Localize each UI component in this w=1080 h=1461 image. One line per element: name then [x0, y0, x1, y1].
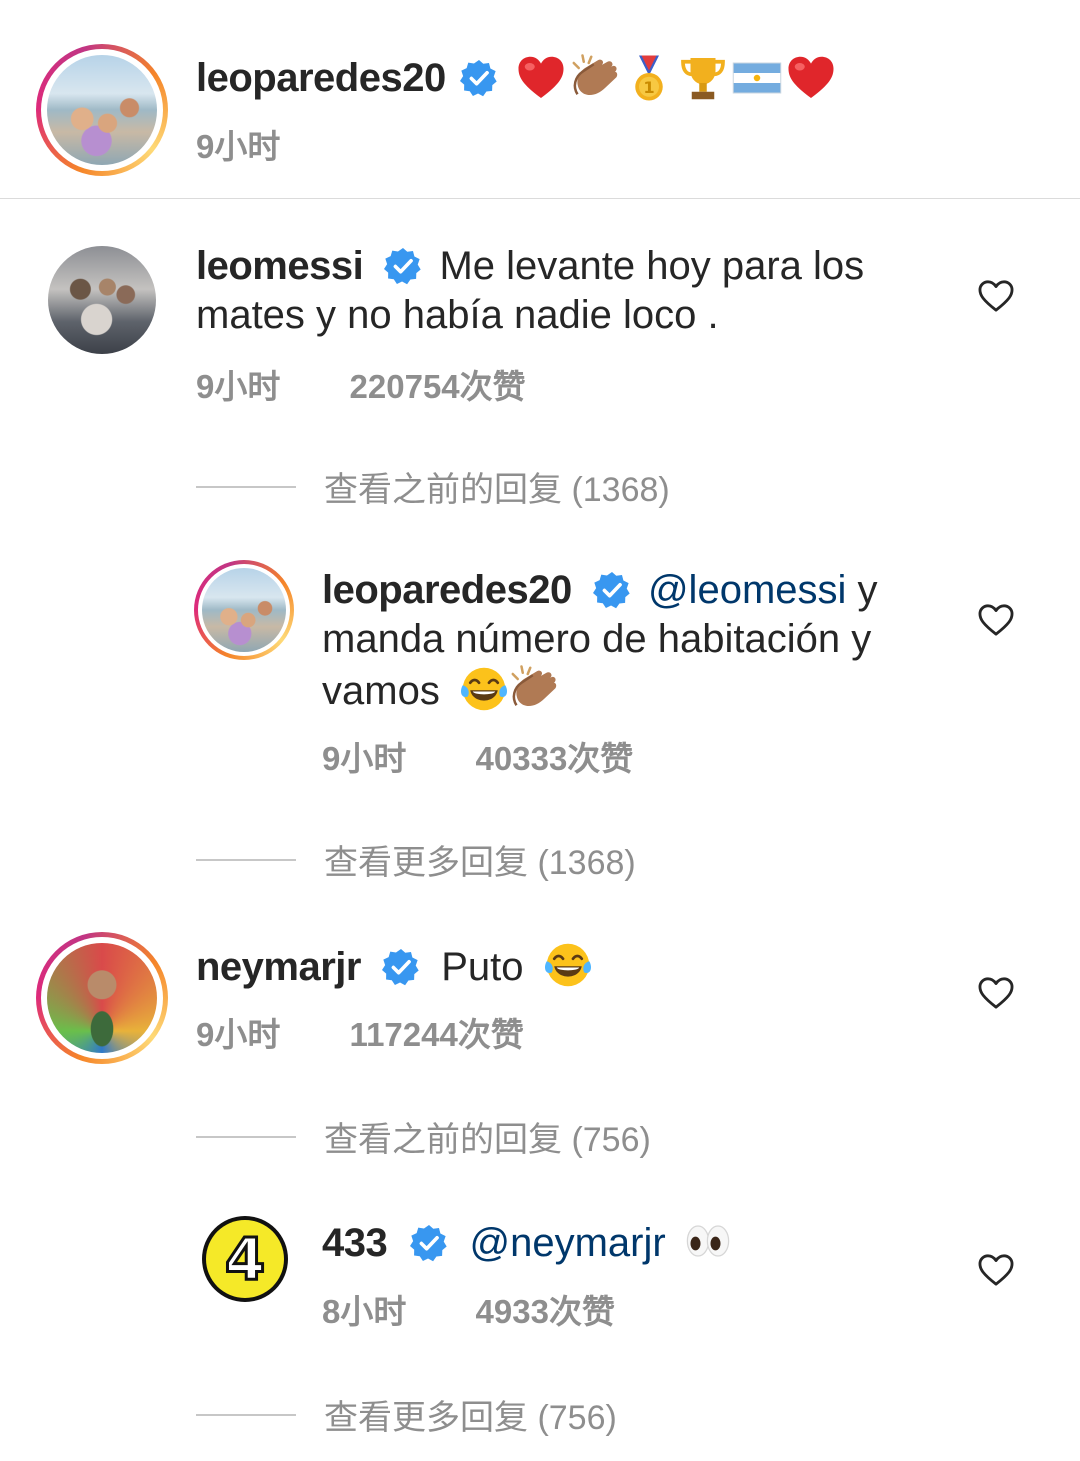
comment-body: leomessi Me levante hoy para los mates y… [196, 242, 936, 340]
comment-body: neymarjr Puto [196, 940, 936, 992]
verified-badge-icon [382, 948, 420, 986]
view-replies-label: 查看更多回复 (756) [324, 1399, 617, 1437]
verified-badge-icon [384, 247, 422, 285]
avatar-photo [48, 246, 156, 354]
reply-meta: 8小时 4933次赞 [322, 1285, 615, 1333]
view-previous-replies-button[interactable]: 查看之前的回复 (1368) [196, 462, 670, 511]
reply-likes[interactable]: 4933次赞 [476, 1293, 615, 1330]
trophy-emoji-icon [678, 53, 728, 103]
comment-likes[interactable]: 117244次赞 [350, 1016, 524, 1053]
reply-time: 9小时 [322, 740, 407, 777]
comment-meta: 9小时 220754次赞 [196, 360, 526, 408]
heart-emoji-icon [786, 53, 836, 103]
comment-time: 9小时 [196, 1016, 281, 1053]
view-more-replies-button[interactable]: 查看更多回复 (756) [196, 1390, 617, 1439]
comment-time: 9小时 [196, 368, 281, 405]
post-author-username[interactable]: leoparedes20 [196, 56, 446, 101]
433-logo-icon: 4 [206, 1220, 284, 1298]
view-more-replies-button[interactable]: 查看更多回复 (1368) [196, 835, 636, 884]
view-replies-label: 查看之前的回复 (756) [324, 1121, 651, 1159]
mention-link[interactable]: @neymarjr [470, 1221, 666, 1265]
verified-badge-icon [460, 59, 498, 97]
view-replies-label: 查看之前的回复 (1368) [324, 471, 670, 509]
header-divider [0, 198, 1080, 199]
clapping-hands-emoji-icon [509, 664, 559, 714]
divider-line [196, 485, 296, 488]
neymarjr-avatar[interactable] [36, 932, 168, 1064]
reply-body: leoparedes20 @leomessi y manda número de… [322, 566, 922, 716]
eyes-emoji-icon [683, 1216, 733, 1266]
comment-meta: 9小时 117244次赞 [196, 1008, 524, 1056]
verified-badge-icon [593, 571, 631, 609]
view-previous-replies-button[interactable]: 查看之前的回复 (756) [196, 1112, 651, 1161]
divider-line [196, 1135, 296, 1138]
433-avatar[interactable]: 4 [202, 1216, 288, 1302]
caption-emojis [516, 53, 836, 103]
leoparedes20-avatar[interactable] [194, 560, 294, 660]
joy-emoji-icon [543, 940, 593, 990]
avatar-photo [47, 943, 157, 1053]
divider-line [196, 858, 296, 861]
comment-username[interactable]: leomessi [196, 244, 364, 288]
avatar-photo [47, 55, 157, 165]
reply-username[interactable]: leoparedes20 [322, 568, 572, 612]
mention-link[interactable]: @leomessi [648, 568, 846, 612]
comment-text: Puto [441, 945, 524, 989]
avatar-photo [202, 568, 286, 652]
divider-line [196, 1413, 296, 1416]
like-heart-icon[interactable] [977, 976, 1015, 1010]
joy-emoji-icon [459, 664, 509, 714]
heart-emoji-icon [516, 53, 566, 103]
reply-likes[interactable]: 40333次赞 [476, 740, 634, 777]
reply-time: 8小时 [322, 1293, 407, 1330]
leoparedes20-avatar[interactable] [36, 44, 168, 176]
comment-likes[interactable]: 220754次赞 [350, 368, 526, 405]
gold-medal-emoji-icon [624, 53, 674, 103]
argentina-flag-emoji-icon [732, 53, 782, 103]
reply-meta: 9小时 40333次赞 [322, 732, 633, 780]
comment-username[interactable]: neymarjr [196, 945, 361, 989]
reply-body: 433 @neymarjr [322, 1216, 922, 1268]
like-heart-icon[interactable] [977, 603, 1015, 637]
verified-badge-icon [410, 1224, 448, 1262]
leomessi-avatar[interactable] [48, 246, 156, 354]
clapping-hands-emoji-icon [570, 53, 620, 103]
reply-username[interactable]: 433 [322, 1221, 388, 1265]
like-heart-icon[interactable] [977, 279, 1015, 313]
post-time: 9小时 [196, 128, 281, 165]
view-replies-label: 查看更多回复 (1368) [324, 844, 636, 882]
like-heart-icon[interactable] [977, 1253, 1015, 1287]
